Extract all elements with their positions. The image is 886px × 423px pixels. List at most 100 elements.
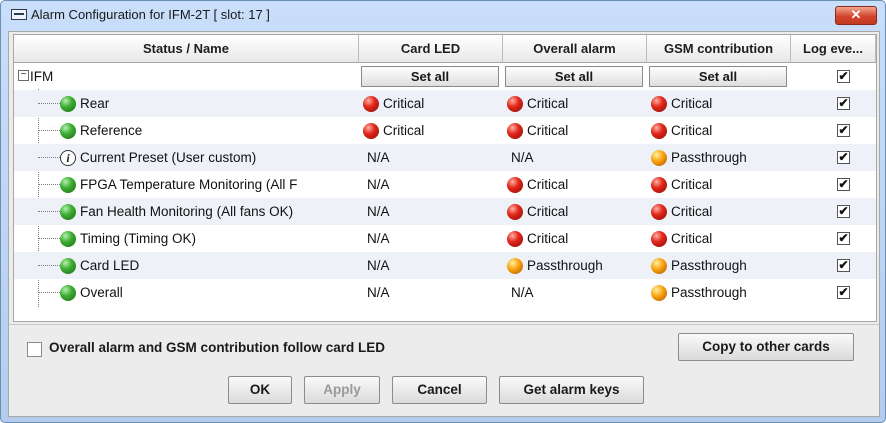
severity-red-icon[interactable] <box>651 231 667 247</box>
gsm-value[interactable]: Critical <box>671 198 791 225</box>
overall-value[interactable]: Critical <box>527 198 647 225</box>
status-green-icon <box>60 96 76 112</box>
overall-value[interactable]: Passthrough <box>527 252 647 279</box>
log-event-checkbox[interactable]: ✔ <box>837 205 850 218</box>
tree-branch-line <box>38 184 60 185</box>
row-name-card-led: Card LED <box>80 258 140 273</box>
severity-red-icon[interactable] <box>507 204 523 220</box>
cancel-button[interactable]: Cancel <box>392 376 487 404</box>
card-led-value[interactable]: N/A <box>367 144 487 171</box>
alarm-table: Status / Name Card LED Overall alarm GSM… <box>13 34 877 322</box>
card-led-value[interactable]: N/A <box>367 171 487 198</box>
gsm-value[interactable]: Passthrough <box>671 279 791 306</box>
copy-to-other-cards-button[interactable]: Copy to other cards <box>678 333 854 361</box>
info-icon: i <box>60 150 76 166</box>
log-event-checkbox[interactable]: ✔ <box>837 97 850 110</box>
severity-orange-icon[interactable] <box>651 258 667 274</box>
gsm-value[interactable]: Passthrough <box>671 144 791 171</box>
log-event-checkbox[interactable]: ✔ <box>837 286 850 299</box>
table-row[interactable]: i Current Preset (User custom) N/A N/A Passt… <box>14 144 876 171</box>
card-led-value[interactable]: Critical <box>383 90 503 117</box>
root-label: IFM <box>30 69 54 84</box>
card-led-value[interactable]: N/A <box>367 225 487 252</box>
severity-red-icon[interactable] <box>651 123 667 139</box>
log-event-checkbox[interactable]: ✔ <box>837 232 850 245</box>
log-event-checkbox[interactable]: ✔ <box>837 178 850 191</box>
severity-red-icon[interactable] <box>507 96 523 112</box>
table-row[interactable]: Fan Health Monitoring (All fans OK) N/A Cr… <box>14 198 876 225</box>
col-header-log-events[interactable]: Log eve... <box>791 35 876 63</box>
root-row: − IFM Set all Set all Set all ✔ <box>14 63 876 90</box>
status-green-icon <box>60 231 76 247</box>
status-green-icon <box>60 285 76 301</box>
col-header-card-led[interactable]: Card LED <box>359 35 503 63</box>
table-row[interactable]: Timing (Timing OK) N/A Critical Critical ✔ <box>14 225 876 252</box>
table-row[interactable]: FPGA Temperature Monitoring (All F N/A Cri… <box>14 171 876 198</box>
card-led-value[interactable]: N/A <box>367 252 487 279</box>
severity-red-icon[interactable] <box>651 204 667 220</box>
ok-button[interactable]: OK <box>228 376 292 404</box>
tree-branch-line <box>38 211 60 212</box>
gsm-value[interactable]: Critical <box>671 171 791 198</box>
gsm-value[interactable]: Critical <box>671 117 791 144</box>
severity-red-icon[interactable] <box>507 231 523 247</box>
tree-branch-line <box>38 157 60 158</box>
severity-red-icon[interactable] <box>507 123 523 139</box>
overall-value[interactable]: Critical <box>527 171 647 198</box>
log-event-checkbox[interactable]: ✔ <box>837 151 850 164</box>
tree-branch-line <box>38 130 60 131</box>
alarm-config-window: Alarm Configuration for IFM-2T [ slot: 1… <box>0 0 886 423</box>
table-row[interactable]: Card LED N/A Passthrough Passthrough ✔ <box>14 252 876 279</box>
severity-red-icon[interactable] <box>507 177 523 193</box>
severity-orange-icon[interactable] <box>651 150 667 166</box>
set-all-gsm-button[interactable]: Set all <box>649 66 787 87</box>
overall-value[interactable]: Critical <box>527 90 647 117</box>
severity-red-icon[interactable] <box>363 96 379 112</box>
follow-card-led-label: Overall alarm and GSM contribution follo… <box>49 340 386 355</box>
col-header-status-name[interactable]: Status / Name <box>14 35 359 63</box>
card-led-value[interactable]: Critical <box>383 117 503 144</box>
card-led-value[interactable]: N/A <box>367 279 487 306</box>
table-row[interactable]: Rear Critical Critical Critical ✔ <box>14 90 876 117</box>
col-header-gsm-contribution[interactable]: GSM contribution <box>647 35 791 63</box>
set-all-card-led-button[interactable]: Set all <box>361 66 499 87</box>
collapse-icon[interactable]: − <box>18 70 29 81</box>
close-button[interactable]: ✕ <box>835 6 877 25</box>
gsm-value[interactable]: Passthrough <box>671 252 791 279</box>
tree-branch-line <box>38 238 60 239</box>
root-log-checkbox[interactable]: ✔ <box>837 70 850 83</box>
card-led-value[interactable]: N/A <box>367 198 487 225</box>
title-bar[interactable]: Alarm Configuration for IFM-2T [ slot: 1… <box>1 1 885 29</box>
follow-card-led-checkbox[interactable] <box>27 342 42 357</box>
status-green-icon <box>60 123 76 139</box>
severity-red-icon[interactable] <box>651 177 667 193</box>
severity-orange-icon[interactable] <box>651 285 667 301</box>
get-alarm-keys-button[interactable]: Get alarm keys <box>499 376 644 404</box>
severity-orange-icon[interactable] <box>507 258 523 274</box>
row-name-fpga-temperature-monitoring-all-f: FPGA Temperature Monitoring (All F <box>80 177 298 192</box>
log-event-checkbox[interactable]: ✔ <box>837 124 850 137</box>
status-green-icon <box>60 204 76 220</box>
col-header-overall-alarm[interactable]: Overall alarm <box>503 35 647 63</box>
window-icon <box>11 9 27 20</box>
overall-value[interactable]: Critical <box>527 117 647 144</box>
severity-red-icon[interactable] <box>363 123 379 139</box>
tree-branch-line <box>38 265 60 266</box>
log-event-checkbox[interactable]: ✔ <box>837 259 850 272</box>
overall-value[interactable]: N/A <box>511 144 631 171</box>
status-green-icon <box>60 177 76 193</box>
severity-red-icon[interactable] <box>651 96 667 112</box>
row-name-timing-timing-ok: Timing (Timing OK) <box>80 231 197 246</box>
table-row[interactable]: Overall N/A N/A Passthrough ✔ <box>14 279 876 306</box>
set-all-overall-alarm-button[interactable]: Set all <box>505 66 643 87</box>
gsm-value[interactable]: Critical <box>671 225 791 252</box>
apply-button[interactable]: Apply <box>304 376 380 404</box>
table-row[interactable]: Reference Critical Critical Critical ✔ <box>14 117 876 144</box>
gsm-value[interactable]: Critical <box>671 90 791 117</box>
divider <box>9 324 879 325</box>
row-name-overall: Overall <box>80 285 123 300</box>
overall-value[interactable]: N/A <box>511 279 631 306</box>
overall-value[interactable]: Critical <box>527 225 647 252</box>
content-panel: Status / Name Card LED Overall alarm GSM… <box>8 31 880 417</box>
row-name-current-preset-user-custom: Current Preset (User custom) <box>80 150 257 165</box>
